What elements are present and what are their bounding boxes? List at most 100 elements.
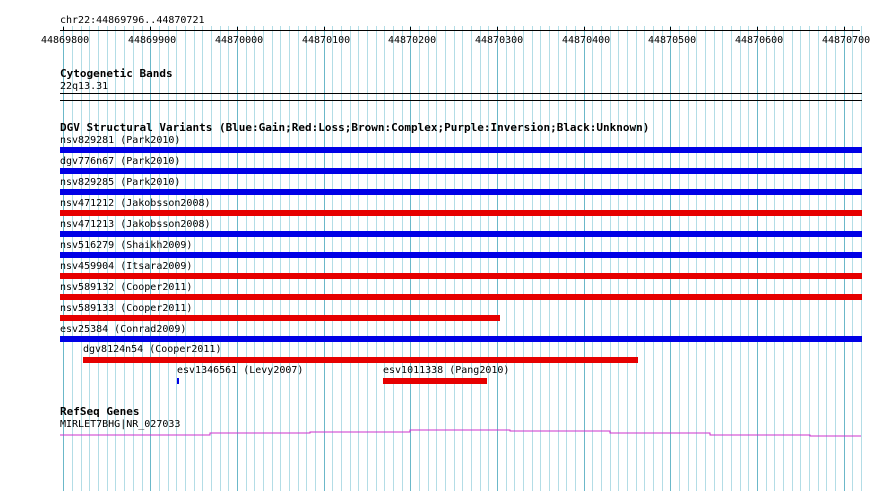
grid-line [263, 26, 264, 491]
grid-line [835, 26, 836, 491]
grid-line [341, 26, 342, 491]
grid-line [324, 26, 325, 491]
grid-line [636, 26, 637, 491]
refseq-gene-track[interactable] [0, 425, 890, 441]
grid-line [471, 26, 472, 491]
grid-line [332, 26, 333, 491]
dgv-feature-bar[interactable] [60, 168, 862, 174]
dgv-feature-label[interactable]: nsv471213 (Jakobsson2008) [60, 219, 211, 230]
dgv-feature-label[interactable]: nsv829285 (Park2010) [60, 177, 180, 188]
grid-line [428, 26, 429, 491]
grid-line [202, 26, 203, 491]
dgv-feature-label[interactable]: esv25384 (Conrad2009) [60, 324, 186, 335]
grid-line [705, 26, 706, 491]
ruler-label: 44870200 [388, 35, 437, 46]
dgv-feature-label[interactable]: esv1346561 (Levy2007) [177, 365, 303, 376]
grid-line [436, 26, 437, 491]
grid-line [523, 26, 524, 491]
grid-line [610, 26, 611, 491]
grid-line [584, 26, 585, 491]
grid-line [358, 26, 359, 491]
grid-line [549, 26, 550, 491]
dgv-feature-label[interactable]: nsv589132 (Cooper2011) [60, 282, 192, 293]
grid-line [402, 26, 403, 491]
ruler-tick [237, 27, 238, 31]
dgv-feature-label[interactable]: nsv589133 (Cooper2011) [60, 303, 192, 314]
ruler-tick [497, 27, 498, 31]
refseq-gene-line[interactable] [60, 429, 861, 437]
ruler-line [60, 30, 860, 31]
dgv-feature-bar[interactable] [60, 315, 500, 321]
grid-line [627, 26, 628, 491]
grid-line [237, 26, 238, 491]
grid-line [844, 26, 845, 491]
grid-line [298, 26, 299, 491]
dgv-feature-label[interactable]: nsv471212 (Jakobsson2008) [60, 198, 211, 209]
grid-line [783, 26, 784, 491]
grid-line [740, 26, 741, 491]
grid-line [384, 26, 385, 491]
ruler-label: 44869800 [41, 35, 90, 46]
dgv-feature-label[interactable]: nsv829281 (Park2010) [60, 135, 180, 146]
ruler-tick [324, 27, 325, 31]
grid-line [826, 26, 827, 491]
grid-line [748, 26, 749, 491]
grid-line [419, 26, 420, 491]
dgv-feature-bar[interactable] [60, 252, 862, 258]
grid-line [792, 26, 793, 491]
ruler-position: chr22:44869796..44870721 [60, 15, 205, 26]
dgv-feature-bar[interactable] [83, 357, 638, 363]
grid-line [480, 26, 481, 491]
grid-line [220, 26, 221, 491]
dgv-feature-label[interactable]: nsv516279 (Shaikh2009) [60, 240, 192, 251]
ruler-label: 44870700 [822, 35, 871, 46]
grid-line [497, 26, 498, 491]
grid-line [592, 26, 593, 491]
ruler-tick [844, 27, 845, 31]
dgv-feature-bar[interactable] [60, 189, 862, 195]
dgv-feature-bar[interactable] [60, 147, 862, 153]
ruler-tick [150, 27, 151, 31]
dgv-feature-bar[interactable] [60, 336, 862, 342]
grid-line [644, 26, 645, 491]
grid-line [367, 26, 368, 491]
grid-line [861, 26, 862, 491]
grid-line [488, 26, 489, 491]
dgv-feature-bar[interactable] [60, 231, 862, 237]
grid-line [714, 26, 715, 491]
grid-line [254, 26, 255, 491]
dgv-feature-label[interactable]: dgv776n67 (Park2010) [60, 156, 180, 167]
dgv-feature-bar[interactable] [60, 294, 862, 300]
grid-line [280, 26, 281, 491]
dgv-feature-label[interactable]: esv1011338 (Pang2010) [383, 365, 509, 376]
grid-line [575, 26, 576, 491]
grid-line [774, 26, 775, 491]
grid-line [272, 26, 273, 491]
dgv-feature-bar[interactable] [383, 378, 487, 384]
dgv-feature-label[interactable]: dgv8124n54 (Cooper2011) [83, 344, 221, 355]
cytoband-line-top [60, 93, 862, 94]
grid-line [731, 26, 732, 491]
grid-line [558, 26, 559, 491]
ruler-label: 44870300 [475, 35, 524, 46]
ruler-label: 44870400 [562, 35, 611, 46]
dgv-feature-label[interactable]: nsv459904 (Itsara2009) [60, 261, 192, 272]
grid-line [462, 26, 463, 491]
dgv-feature-bar[interactable] [60, 210, 862, 216]
dgv-feature-bar[interactable] [177, 378, 179, 384]
grid-line [506, 26, 507, 491]
dgv-track-title[interactable]: DGV Structural Variants (Blue:Gain;Red:L… [60, 122, 649, 133]
ruler-label: 44869900 [128, 35, 177, 46]
dgv-feature-bar[interactable] [60, 273, 862, 279]
grid-line [618, 26, 619, 491]
refseq-track-title[interactable]: RefSeq Genes [60, 406, 139, 417]
grid-line [688, 26, 689, 491]
grid-line [532, 26, 533, 491]
grid-line [194, 26, 195, 491]
cytobands-track-title[interactable]: Cytogenetic Bands [60, 68, 173, 79]
grid-line [246, 26, 247, 491]
ruler-tick [757, 27, 758, 31]
ruler-tick [670, 27, 671, 31]
ruler-tick [63, 27, 64, 31]
grid-line [211, 26, 212, 491]
